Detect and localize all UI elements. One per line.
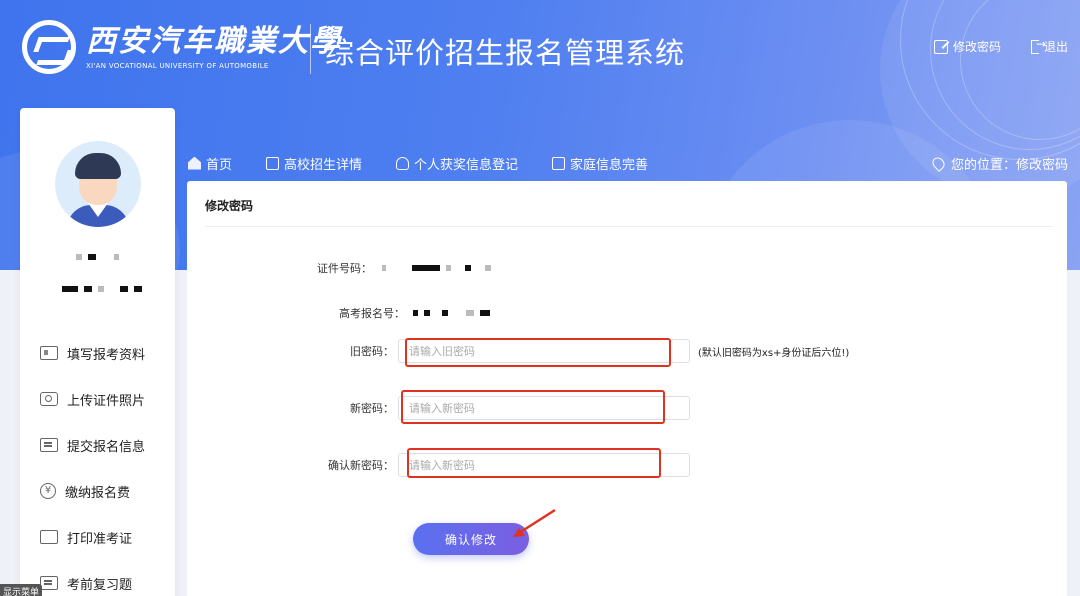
- nav-item-label: 首页: [206, 157, 233, 173]
- menu-item-fill-info[interactable]: 填写报考资料: [20, 330, 175, 376]
- logo-chinese-name: 西安汽车職業大學: [86, 24, 342, 59]
- user-id-masked: [62, 286, 142, 292]
- new-password-label: 新密码：: [350, 402, 394, 415]
- exam-number-masked: [413, 310, 490, 316]
- logout-label: 退出: [1043, 40, 1068, 54]
- printer-icon: [40, 530, 58, 544]
- change-password-link[interactable]: 修改密码: [933, 38, 1001, 55]
- confirm-password-row: 确认新密码：: [314, 453, 690, 477]
- menu-item-pay-fee[interactable]: ¥ 缴纳报名费: [20, 468, 175, 514]
- university-logo: 西安汽车職業大學 XI'AN VOCATIONAL UNIVERSITY OF …: [22, 20, 342, 74]
- menu-item-label: 填写报考资料: [67, 347, 146, 363]
- nav-item-awards[interactable]: 个人获奖信息登记: [396, 154, 518, 173]
- sidebar-menu: 填写报考资料 上传证件照片 提交报名信息 ¥ 缴纳报名费 打印准考证 考前复习题: [20, 330, 175, 596]
- old-password-input[interactable]: [398, 339, 690, 363]
- old-password-row: 旧密码： (默认旧密码为xs+身份证后六位!): [314, 339, 849, 363]
- header-actions: 修改密码 退出: [933, 37, 1068, 55]
- menu-item-label: 缴纳报名费: [65, 485, 131, 501]
- new-password-row: 新密码：: [314, 396, 690, 420]
- menu-item-label: 上传证件照片: [67, 393, 146, 409]
- user-icon: [396, 156, 410, 170]
- yen-icon: ¥: [40, 483, 56, 499]
- id-number-masked: [382, 265, 491, 271]
- panel-title: 修改密码: [205, 199, 254, 213]
- top-nav: 首页 高校招生详情 个人获奖信息登记 家庭信息完善 您的位置：修改密码: [188, 152, 1068, 174]
- system-title: 综合评价招生报名管理系统: [325, 36, 686, 70]
- document-icon: [266, 156, 280, 170]
- location-pin-icon: [929, 154, 947, 172]
- id-number-row: 证件号码：: [317, 260, 491, 276]
- menu-item-label: 提交报名信息: [67, 439, 146, 455]
- old-password-label: 旧密码：: [350, 345, 394, 358]
- confirm-password-input[interactable]: [398, 453, 690, 477]
- nav-item-family-info[interactable]: 家庭信息完善: [552, 154, 648, 173]
- menu-item-submit-info[interactable]: 提交报名信息: [20, 422, 175, 468]
- camera-icon: [40, 392, 58, 406]
- confirm-password-label: 确认新密码：: [328, 459, 394, 472]
- exam-number-label: 高考报名号：: [339, 307, 405, 320]
- nav-item-label: 高校招生详情: [284, 157, 363, 173]
- nav-item-label: 家庭信息完善: [570, 157, 649, 173]
- nav-item-label: 个人获奖信息登记: [414, 157, 519, 173]
- home-icon: [188, 156, 201, 170]
- logout-link[interactable]: 退出: [1030, 37, 1068, 55]
- nav-item-admission-details[interactable]: 高校招生详情: [266, 154, 362, 173]
- menu-item-upload-photo[interactable]: 上传证件照片: [20, 376, 175, 422]
- exam-number-row: 高考报名号：: [339, 305, 490, 321]
- old-password-note: (默认旧密码为xs+身份证后六位!): [698, 347, 850, 359]
- panel-divider: [205, 226, 1053, 227]
- id-number-label: 证件号码：: [317, 262, 372, 275]
- menu-item-print-ticket[interactable]: 打印准考证: [20, 514, 175, 560]
- form-icon: [552, 156, 566, 170]
- sidebar: 填写报考资料 上传证件照片 提交报名信息 ¥ 缴纳报名费 打印准考证 考前复习题: [20, 108, 175, 596]
- edit-icon: [933, 39, 948, 54]
- list-icon: [40, 576, 58, 590]
- breadcrumb: 您的位置：修改密码: [929, 154, 1068, 173]
- new-password-input[interactable]: [398, 396, 690, 420]
- menu-item-label: 考前复习题: [67, 577, 133, 593]
- avatar: [55, 141, 141, 227]
- document-icon: [40, 438, 58, 452]
- logout-icon: [1030, 37, 1046, 54]
- breadcrumb-text: 您的位置：修改密码: [950, 157, 1068, 173]
- change-password-label: 修改密码: [952, 40, 1001, 54]
- header-divider: [310, 24, 311, 74]
- menu-item-review-questions[interactable]: 考前复习题: [20, 560, 175, 596]
- show-menu-hint[interactable]: 显示菜单: [0, 584, 43, 596]
- id-card-icon: [40, 346, 58, 360]
- menu-item-label: 打印准考证: [67, 531, 133, 547]
- user-name-masked: [76, 254, 119, 260]
- nav-item-home[interactable]: 首页: [188, 154, 232, 173]
- change-password-panel: 修改密码 证件号码： 高考报名号： 旧密码： (默认旧密码为xs+身份证后六位!…: [187, 181, 1067, 596]
- red-arrow-icon: [513, 508, 556, 537]
- logo-emblem-icon: [22, 20, 76, 74]
- logo-english-name: XI'AN VOCATIONAL UNIVERSITY OF AUTOMOBIL…: [86, 62, 269, 70]
